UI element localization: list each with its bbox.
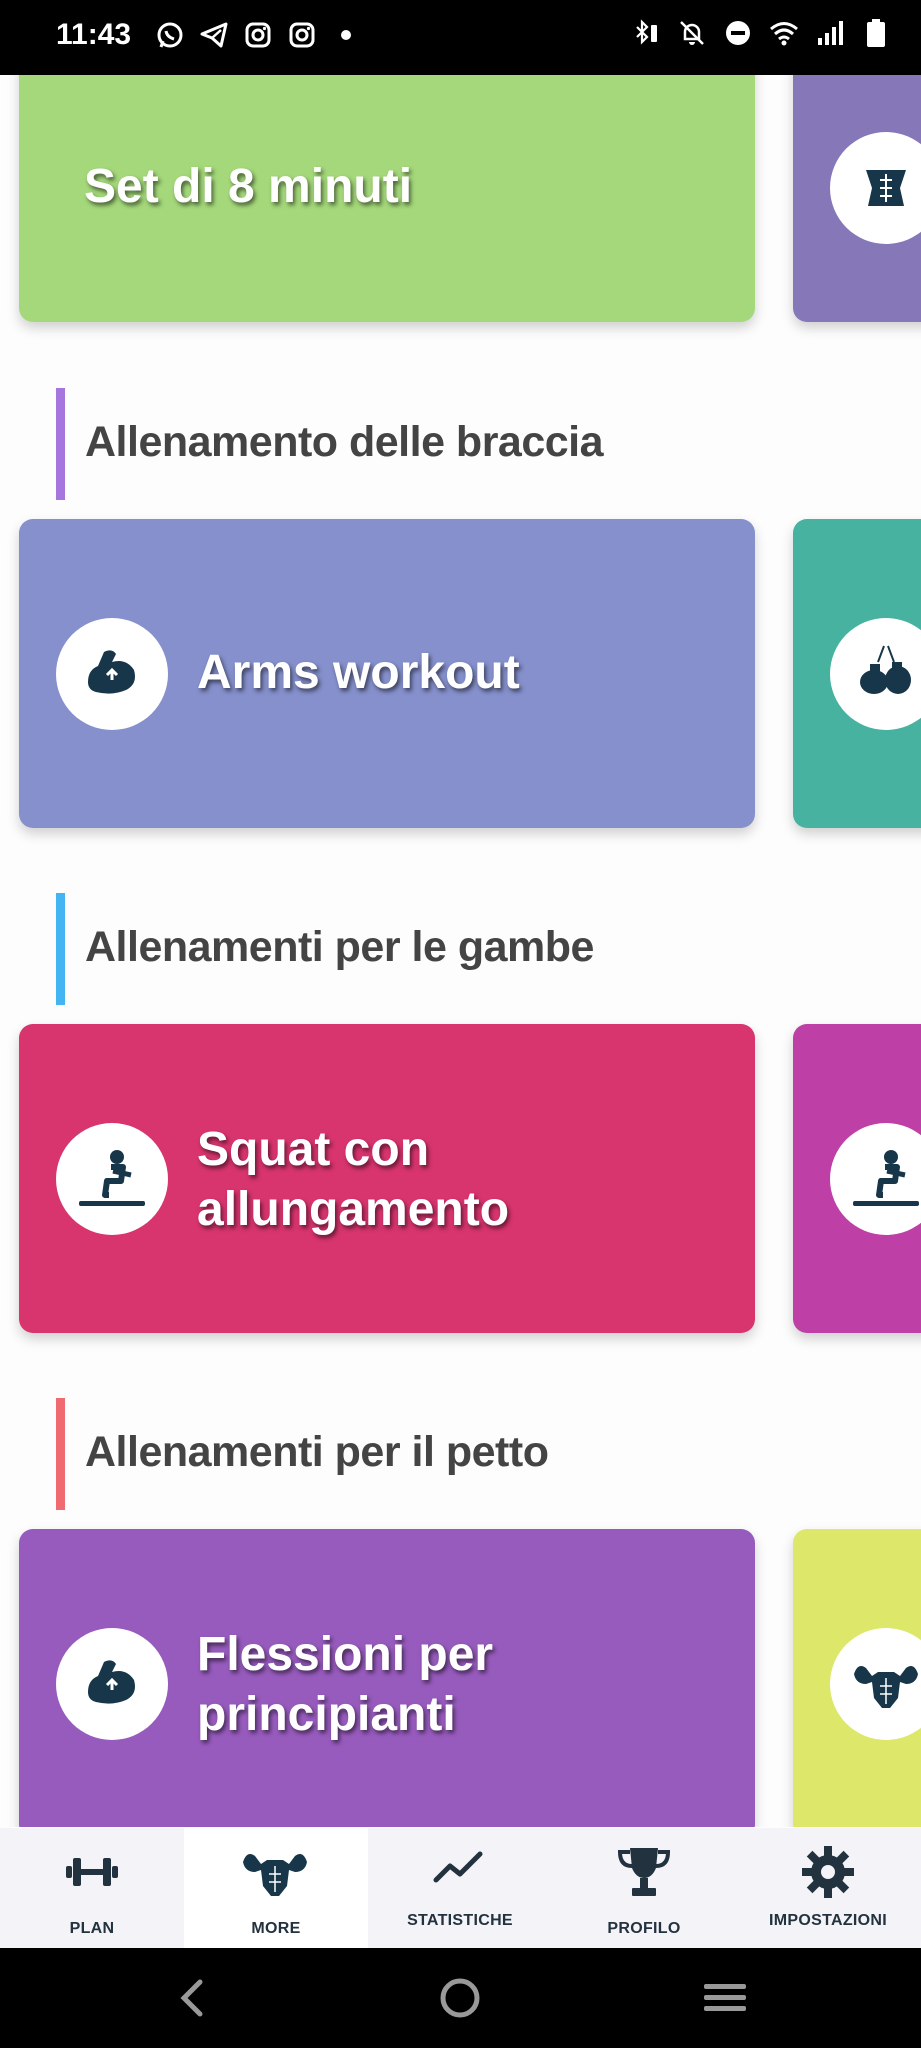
workout-list: Set di 8 minuti Allenamento delle bracci… — [0, 75, 921, 1827]
icon-circle — [830, 618, 921, 730]
trophy-icon — [617, 1848, 671, 1896]
signal-icon — [818, 21, 843, 45]
card-title-line-2: principianti — [197, 1688, 456, 1741]
biceps-icon — [88, 650, 135, 694]
bell-off-icon — [680, 21, 704, 45]
wifi-icon — [770, 22, 798, 46]
card-title: Set di 8 minuti — [84, 160, 413, 213]
trend-line-icon — [433, 1851, 483, 1883]
card-title-line-2: allungamento — [197, 1183, 510, 1236]
workout-card-8-min-set[interactable]: Set di 8 minuti — [19, 75, 755, 322]
section-accent-bar — [56, 893, 65, 1005]
icon-circle — [830, 1123, 921, 1235]
nav-label: IMPOSTAZIONI — [769, 1912, 887, 1929]
dot-icon — [341, 30, 351, 40]
icon-circle — [56, 1123, 168, 1235]
workout-card-bodybuilder[interactable] — [793, 1529, 921, 1827]
back-icon[interactable] — [172, 1976, 212, 2020]
bluetooth-battery-icon — [636, 19, 657, 45]
icon-circle — [830, 1628, 921, 1740]
icon-circle — [56, 618, 168, 730]
nav-label: PLAN — [69, 1920, 115, 1937]
workout-card-beginner-pushups[interactable]: Flessioni per principianti — [19, 1529, 755, 1827]
battery-icon — [867, 19, 885, 47]
status-bar: 11:43 — [0, 0, 921, 75]
squat-icon — [853, 1150, 919, 1206]
biceps-icon — [88, 1660, 135, 1704]
card-title-line-1: Squat con — [197, 1123, 430, 1176]
workout-card-arms[interactable]: Arms workout — [19, 519, 755, 828]
bottom-navigation: PLAN MORE STATISTICHE PROFILO IMPOSTAZIO… — [0, 1828, 921, 1948]
icon-circle — [56, 1628, 168, 1740]
nav-item-more[interactable]: MORE — [184, 1828, 368, 1948]
icon-circle — [830, 132, 921, 244]
squat-icon — [79, 1150, 145, 1206]
card-title-line-1: Flessioni per — [197, 1628, 494, 1681]
abs-icon — [866, 170, 906, 206]
nav-item-impostazioni[interactable]: IMPOSTAZIONI — [736, 1828, 921, 1948]
nav-label: MORE — [251, 1920, 301, 1937]
bodybuilder-icon — [243, 1854, 307, 1896]
card-title: Arms workout — [197, 646, 520, 699]
system-navigation-bar — [0, 1948, 921, 2048]
nav-label: STATISTICHE — [407, 1912, 513, 1929]
boxing-gloves-icon — [860, 645, 911, 694]
whatsapp-icon — [157, 22, 183, 48]
notification-icons — [155, 20, 361, 50]
nav-label: PROFILO — [607, 1920, 681, 1937]
status-time: 11:43 — [56, 18, 132, 51]
system-status-icons — [631, 18, 891, 48]
nav-item-profilo[interactable]: PROFILO — [552, 1828, 736, 1948]
home-icon[interactable] — [438, 1976, 482, 2020]
nav-item-statistiche[interactable]: STATISTICHE — [368, 1828, 552, 1948]
recents-icon[interactable] — [702, 1978, 748, 2018]
workout-card-squat-2[interactable] — [793, 1024, 921, 1333]
workout-card-boxing[interactable] — [793, 519, 921, 828]
section-title: Allenamento delle braccia — [85, 418, 604, 466]
nav-item-plan[interactable]: PLAN — [0, 1828, 184, 1948]
workout-card-squat-stretch[interactable]: Squat con allungamento — [19, 1024, 755, 1333]
telegram-icon — [200, 22, 228, 48]
bodybuilder-icon — [854, 1666, 918, 1708]
workout-card-abs[interactable] — [793, 75, 921, 322]
instagram-icon — [245, 22, 271, 48]
section-title: Allenamenti per le gambe — [85, 923, 594, 971]
do-not-disturb-icon — [726, 21, 750, 45]
section-accent-bar — [56, 388, 65, 500]
dumbbell-icon — [66, 1858, 118, 1886]
instagram-icon — [289, 22, 315, 48]
gear-icon — [802, 1846, 854, 1898]
section-title: Allenamenti per il petto — [85, 1428, 549, 1476]
section-accent-bar — [56, 1398, 65, 1510]
